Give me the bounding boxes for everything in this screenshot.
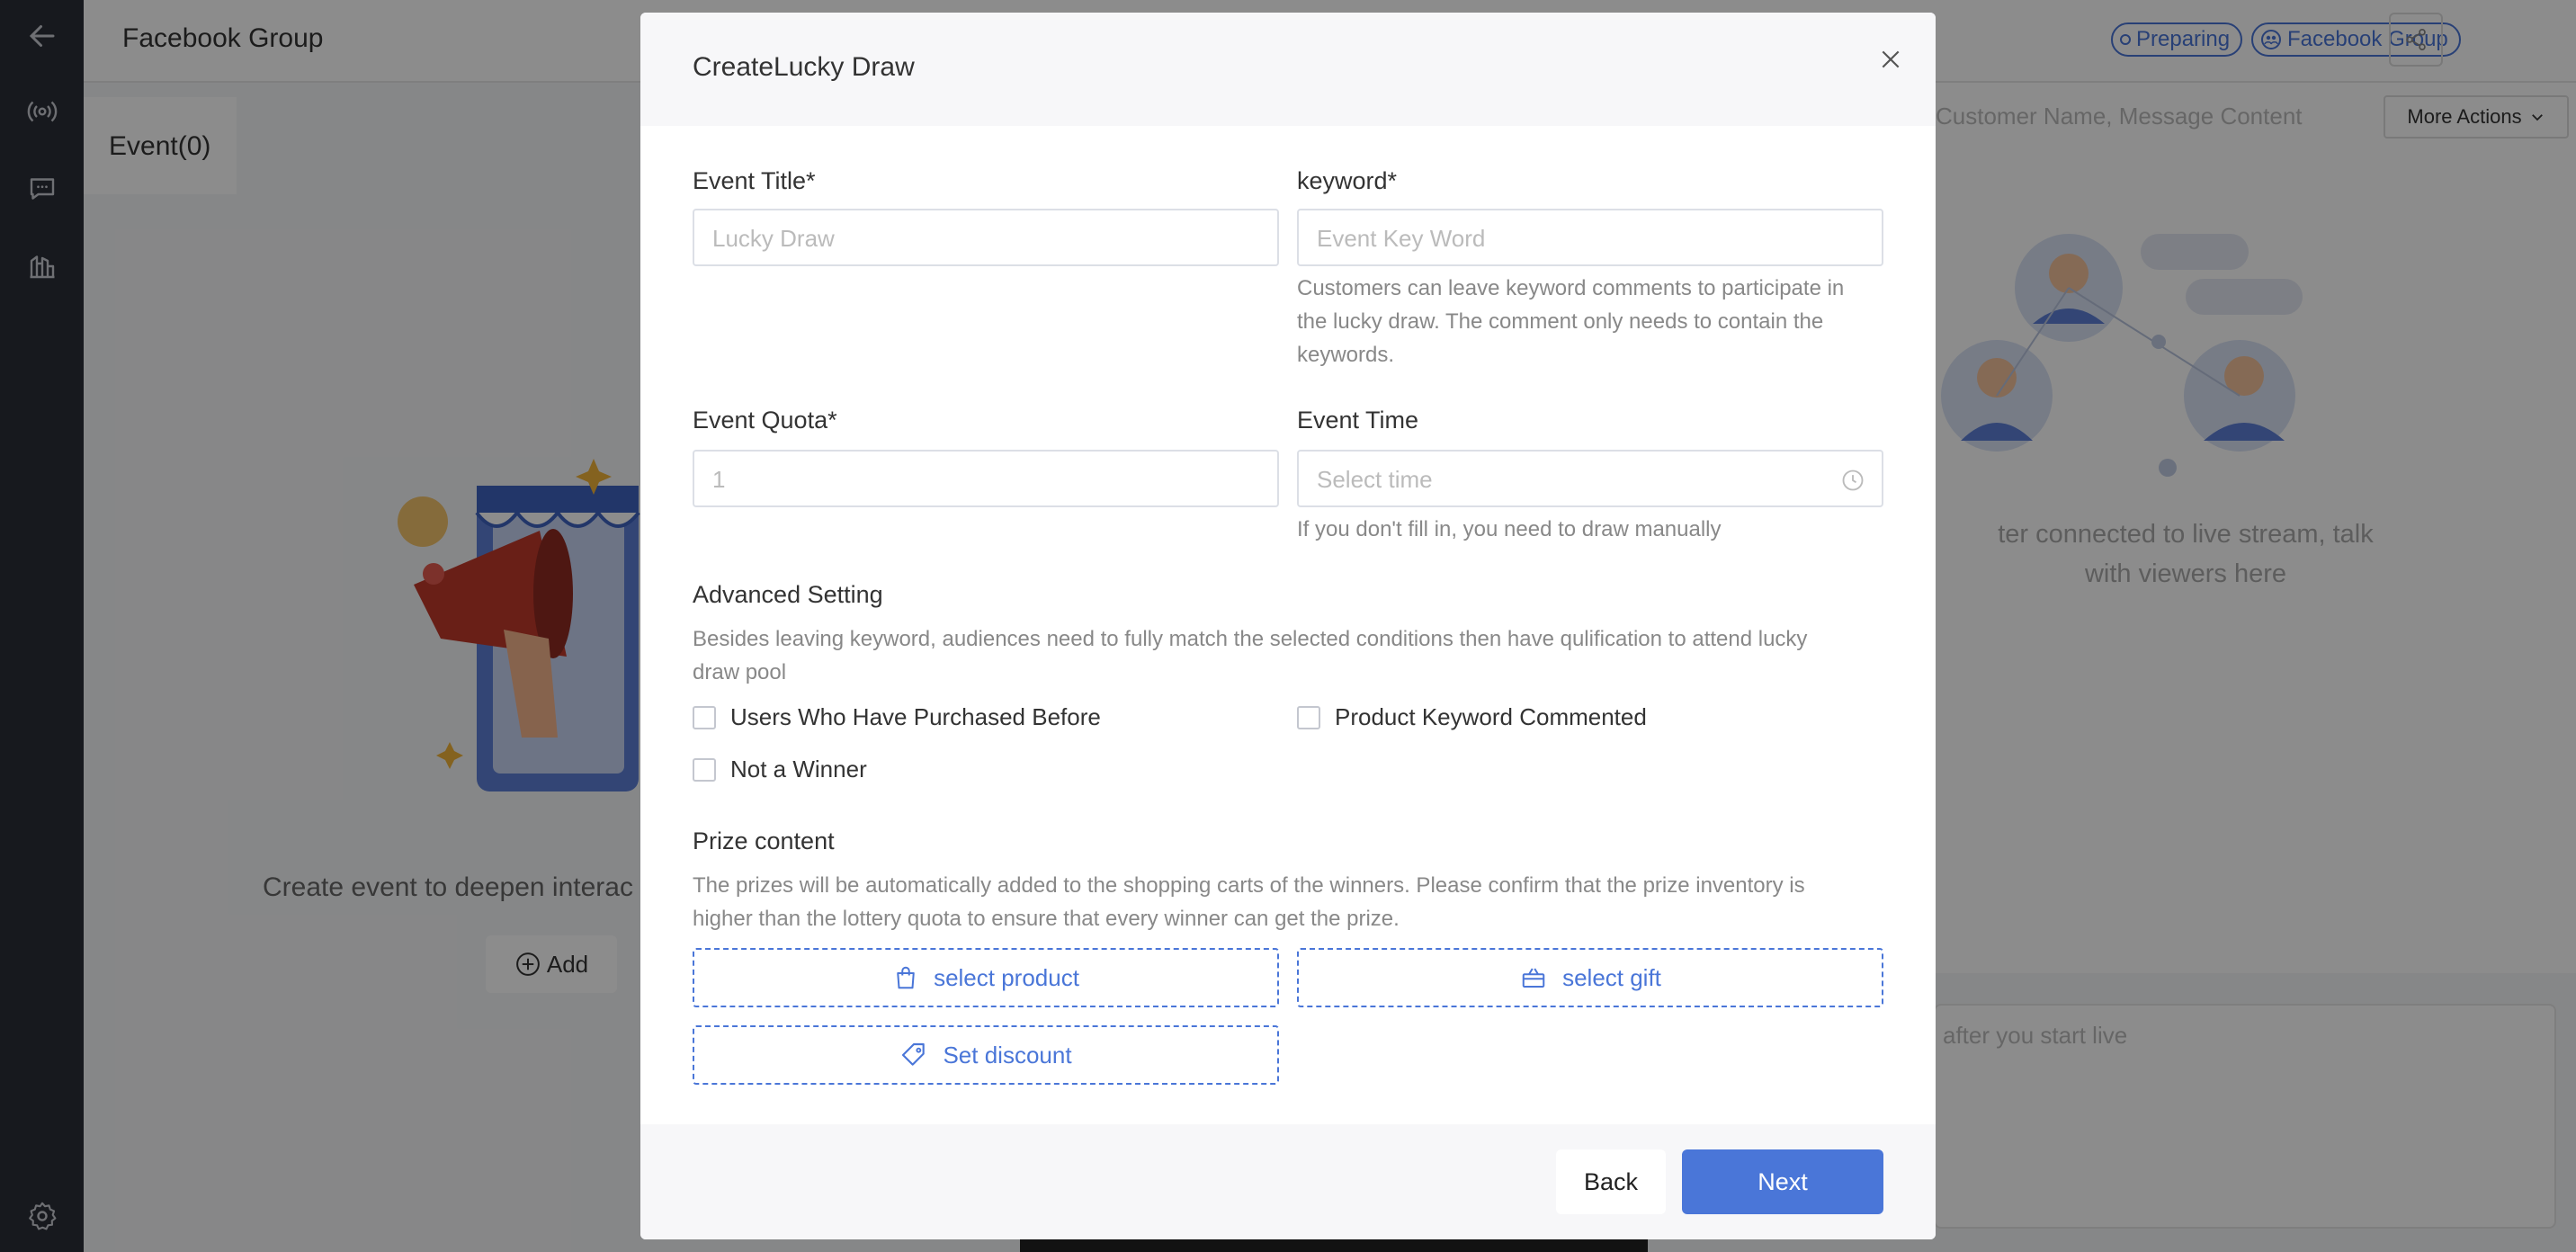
advanced-hint-line-2: draw pool bbox=[693, 660, 787, 684]
back-button[interactable]: Back bbox=[1556, 1149, 1666, 1214]
advanced-hint-line-1: Besides leaving keyword, audiences need … bbox=[693, 627, 1808, 651]
checkbox-box[interactable] bbox=[693, 705, 716, 729]
advanced-setting-hint: Besides leaving keyword, audiences need … bbox=[693, 622, 1898, 689]
keyword-input[interactable]: Event Key Word bbox=[1297, 209, 1883, 266]
event-time-placeholder: Select time bbox=[1317, 466, 1433, 493]
gift-basket-icon bbox=[1522, 968, 1545, 988]
event-quota-placeholder: 1 bbox=[712, 466, 726, 493]
shopping-bag-icon bbox=[897, 966, 915, 989]
event-title-label: Event Title* bbox=[693, 167, 816, 194]
event-time-hint: If you don't fill in, you need to draw m… bbox=[1297, 517, 1722, 541]
checkbox-box[interactable] bbox=[1297, 705, 1320, 729]
prize-hint-line-1: The prizes will be automatically added t… bbox=[693, 873, 1805, 898]
keyword-placeholder: Event Key Word bbox=[1317, 225, 1486, 252]
condition-keyword-label: Product Keyword Commented bbox=[1335, 703, 1647, 730]
condition-purchased-label: Users Who Have Purchased Before bbox=[730, 703, 1101, 730]
condition-not-winner-label: Not a Winner bbox=[730, 756, 867, 782]
select-gift-button[interactable]: select gift bbox=[1297, 948, 1883, 1007]
prize-content-hint: The prizes will be automatically added t… bbox=[693, 869, 1898, 935]
select-product-label: select product bbox=[934, 963, 1079, 991]
select-product-button[interactable]: select product bbox=[693, 948, 1279, 1007]
event-time-picker[interactable]: Select time bbox=[1297, 450, 1883, 507]
keyword-hint-line-1: Customers can leave keyword comments to … bbox=[1297, 276, 1845, 300]
prize-hint-line-2: higher than the lottery quota to ensure … bbox=[693, 907, 1400, 931]
create-lucky-draw-dialog: CreateLucky Draw Event Title* Lucky Draw… bbox=[640, 13, 1936, 1239]
keyword-hint-line-3: keywords. bbox=[1297, 343, 1395, 367]
keyword-hint: Customers can leave keyword comments to … bbox=[1297, 272, 1891, 371]
event-time-label: Event Time bbox=[1297, 407, 1419, 434]
set-discount-button[interactable]: Set discount bbox=[693, 1025, 1279, 1085]
advanced-setting-label: Advanced Setting bbox=[693, 581, 883, 608]
dialog-header: CreateLucky Draw bbox=[640, 13, 1936, 126]
condition-not-winner-checkbox[interactable]: Not a Winner bbox=[693, 756, 867, 783]
close-icon bbox=[1882, 50, 1900, 68]
tag-icon bbox=[902, 1042, 926, 1066]
condition-keyword-checkbox[interactable]: Product Keyword Commented bbox=[1297, 703, 1647, 731]
prize-content-label: Prize content bbox=[693, 827, 835, 854]
event-title-placeholder: Lucky Draw bbox=[712, 225, 835, 252]
set-discount-label: Set discount bbox=[943, 1041, 1072, 1069]
close-button[interactable] bbox=[1873, 41, 1909, 77]
checkbox-box[interactable] bbox=[693, 757, 716, 782]
select-gift-label: select gift bbox=[1562, 963, 1661, 991]
event-quota-label: Event Quota* bbox=[693, 407, 837, 434]
keyword-hint-line-2: the lucky draw. The comment only needs t… bbox=[1297, 309, 1824, 334]
clock-icon bbox=[1842, 470, 1864, 491]
dialog-title: CreateLucky Draw bbox=[693, 52, 915, 82]
condition-purchased-checkbox[interactable]: Users Who Have Purchased Before bbox=[693, 703, 1101, 731]
event-quota-input[interactable]: 1 bbox=[693, 450, 1279, 507]
next-button[interactable]: Next bbox=[1682, 1149, 1883, 1214]
event-title-input[interactable]: Lucky Draw bbox=[693, 209, 1279, 266]
keyword-label: keyword* bbox=[1297, 167, 1398, 194]
